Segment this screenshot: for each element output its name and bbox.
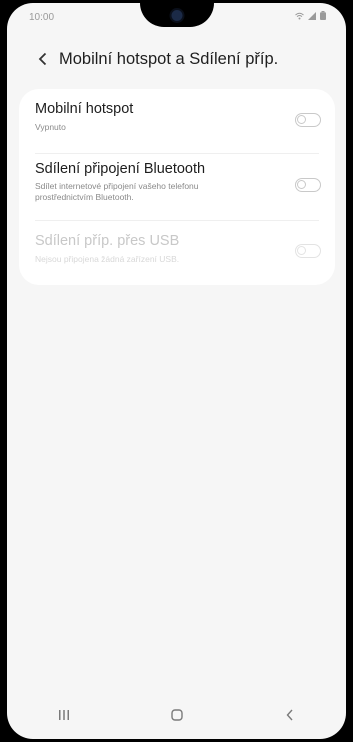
- page-title: Mobilní hotspot a Sdílení příp.: [59, 49, 279, 68]
- settings-card: Mobilní hotspot Vypnuto Sdílení připojen…: [19, 89, 335, 285]
- usb-tethering-row: Sdílení příp. přes USB Nejsou připojena …: [19, 221, 335, 285]
- toggle-knob: [297, 246, 306, 255]
- front-camera: [169, 8, 184, 23]
- recents-icon: [58, 710, 69, 720]
- home-button[interactable]: [147, 695, 207, 735]
- usb-tethering-description: Nejsou připojena žádná zařízení USB.: [35, 254, 180, 264]
- toggle-knob: [297, 180, 306, 189]
- toggle-knob: [297, 115, 306, 124]
- navigation-bar: [7, 691, 346, 739]
- bluetooth-tethering-row[interactable]: Sdílení připojení Bluetooth Sdílet inter…: [19, 154, 335, 220]
- recents-button[interactable]: [34, 695, 94, 735]
- app-header: Mobilní hotspot a Sdílení příp.: [7, 39, 346, 79]
- back-icon: [286, 709, 293, 721]
- wifi-icon: [295, 12, 304, 19]
- camera-notch: [139, 3, 214, 27]
- bluetooth-tethering-description-line-1: Sdílet internetové připojení vašeho tele…: [35, 181, 199, 191]
- back-button[interactable]: [23, 39, 63, 79]
- status-time: 10:00: [29, 12, 55, 23]
- nav-back-button[interactable]: [260, 695, 320, 735]
- home-icon: [170, 709, 183, 721]
- battery-icon: [320, 11, 326, 20]
- bluetooth-tethering-toggle[interactable]: [295, 178, 321, 192]
- bluetooth-tethering-label: Sdílení připojení Bluetooth: [35, 161, 206, 177]
- status-icons: [295, 11, 326, 20]
- chevron-left-icon: [38, 52, 47, 66]
- signal-icon: [308, 11, 316, 20]
- phone-screen: 10:00 Mobilní hotspot a Sdílení příp. Mo…: [7, 3, 346, 739]
- mobile-hotspot-toggle[interactable]: [295, 113, 321, 127]
- status-bar: 10:00: [7, 3, 346, 29]
- usb-tethering-toggle: [295, 244, 321, 258]
- usb-tethering-label: Sdílení příp. přes USB: [35, 233, 180, 249]
- mobile-hotspot-row[interactable]: Mobilní hotspot Vypnuto: [19, 89, 335, 153]
- mobile-hotspot-status: Vypnuto: [35, 122, 66, 132]
- mobile-hotspot-label: Mobilní hotspot: [35, 101, 134, 117]
- bluetooth-tethering-description-line-2: prostřednictvím Bluetooth.: [35, 192, 134, 202]
